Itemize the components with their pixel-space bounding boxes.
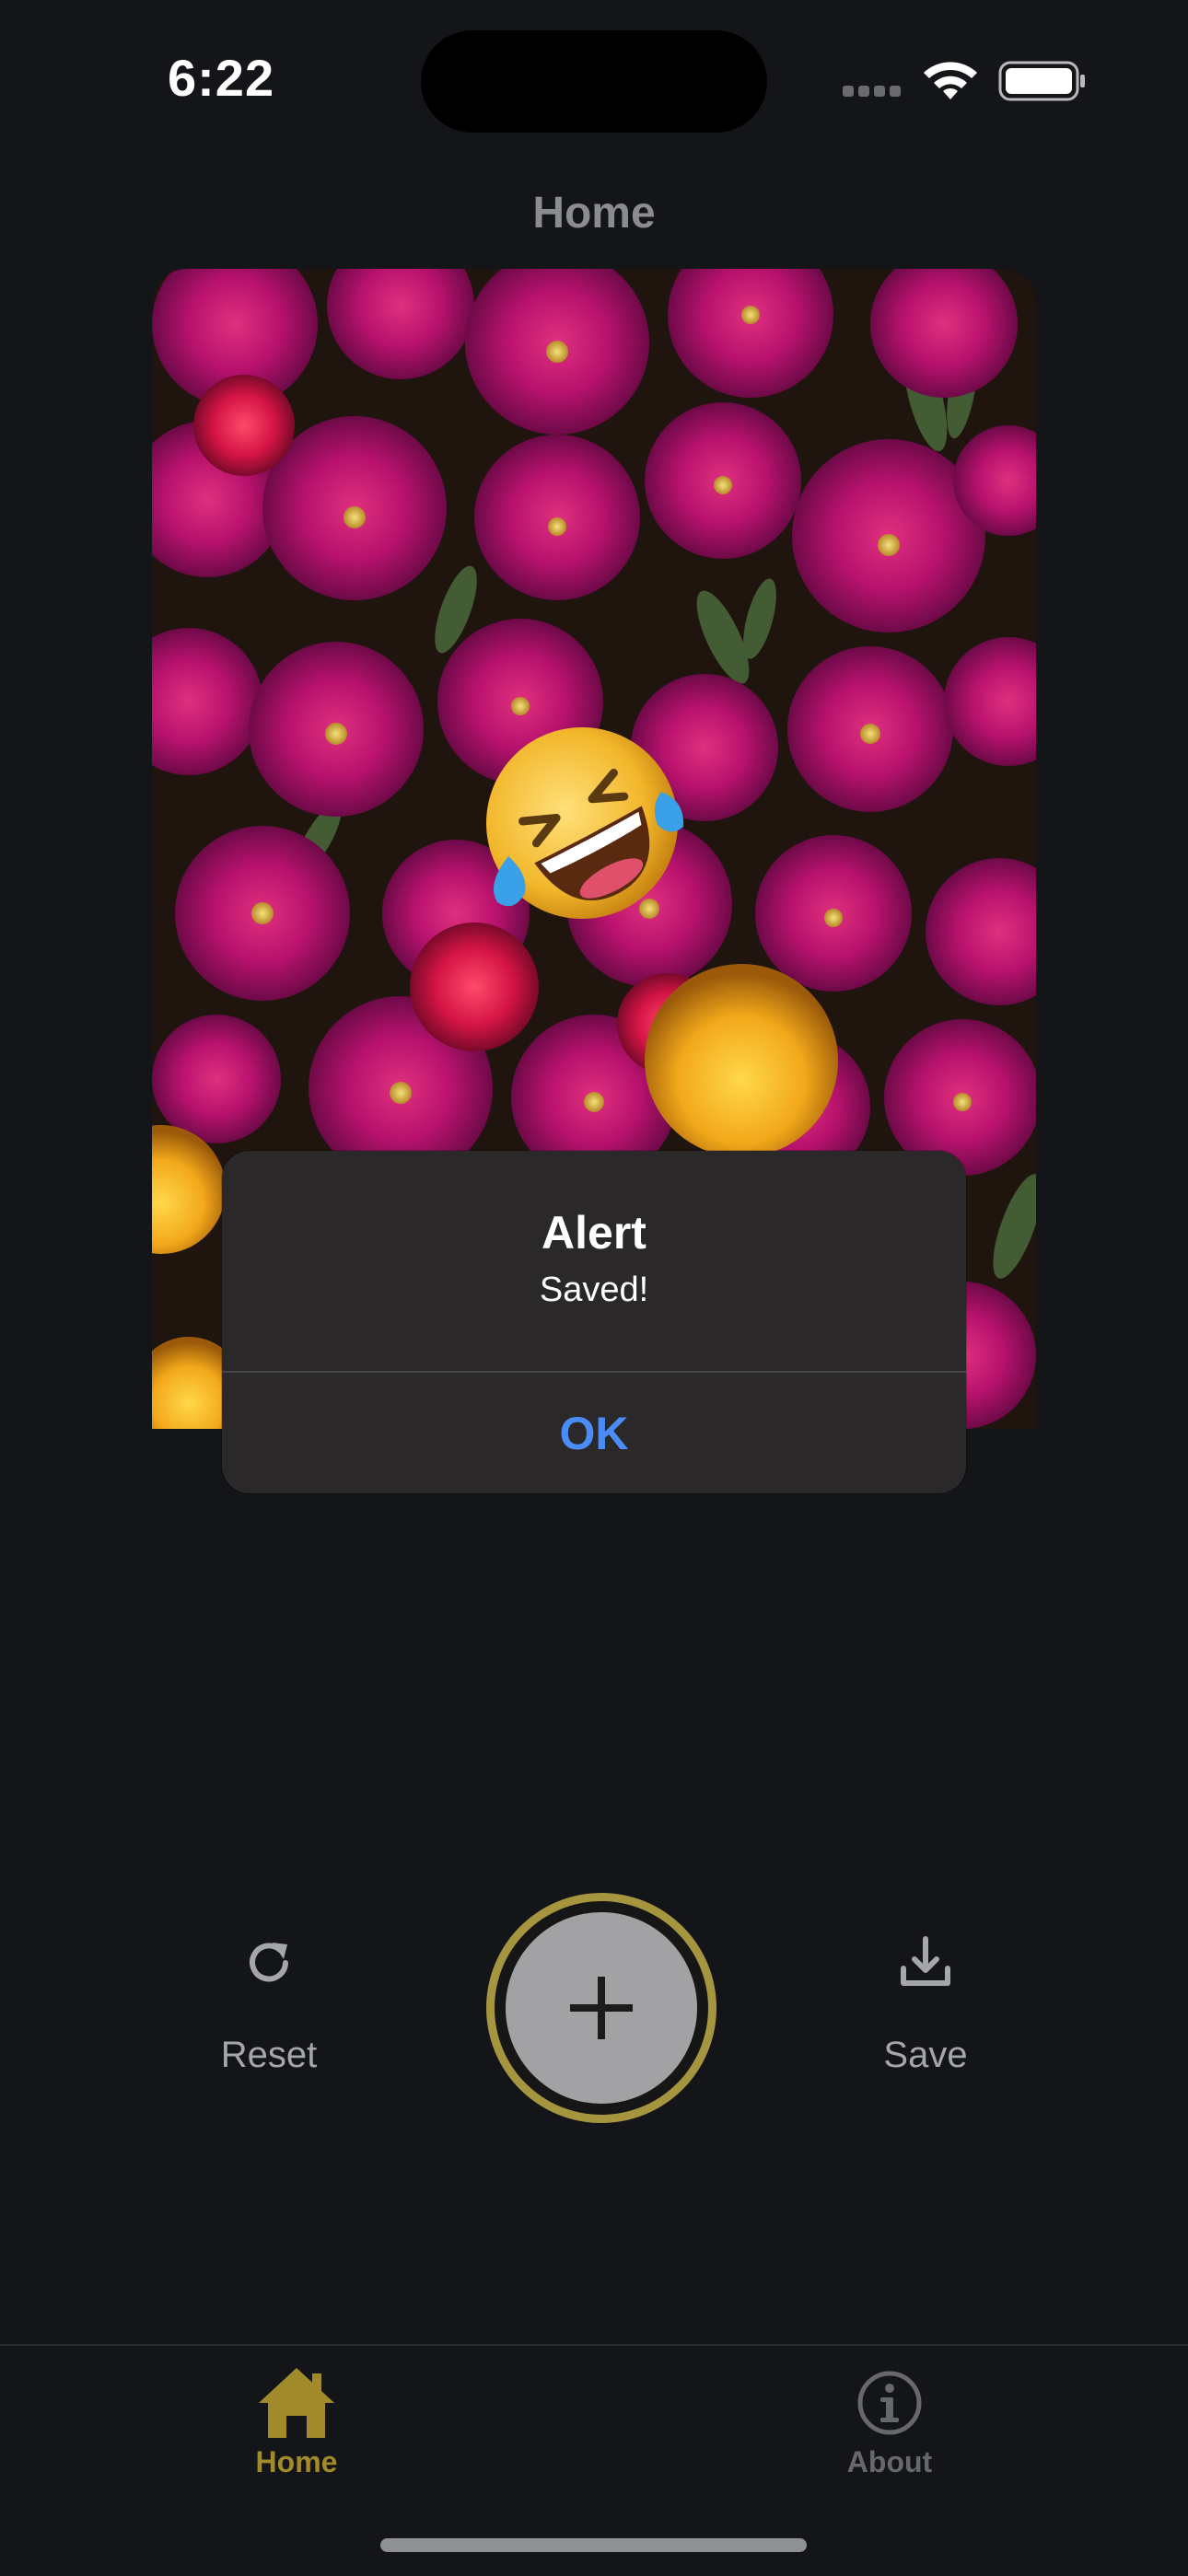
tab-home-label: Home	[255, 2445, 338, 2478]
save-button[interactable]: Save	[852, 1933, 999, 2076]
reset-label: Reset	[220, 2035, 318, 2075]
page-title: Home	[532, 189, 656, 238]
reset-button[interactable]: Reset	[195, 1933, 343, 2076]
rolling-on-floor-laughing-emoji-icon[interactable]	[477, 718, 687, 928]
alert-ok-button[interactable]: OK	[222, 1373, 966, 1493]
info-circle-icon	[788, 2364, 991, 2442]
alert-dialog: Alert Saved! OK	[222, 1151, 966, 1493]
add-button-face	[506, 1912, 697, 2104]
battery-icon	[998, 61, 1087, 106]
tab-about-label: About	[846, 2445, 933, 2478]
reset-icon	[239, 1933, 298, 1992]
tab-home[interactable]: Home	[195, 2364, 398, 2479]
download-icon	[896, 1933, 955, 1992]
home-indicator[interactable]	[380, 2538, 807, 2552]
tab-about[interactable]: About	[788, 2364, 991, 2479]
house-icon	[195, 2364, 398, 2442]
cellular-signal-icon	[843, 85, 905, 98]
wifi-icon	[921, 59, 980, 108]
status-time: 6:22	[168, 49, 275, 107]
add-button-ring	[495, 1901, 708, 2115]
dynamic-island	[421, 30, 767, 133]
add-button[interactable]	[486, 1893, 716, 2123]
save-label: Save	[883, 2035, 968, 2075]
plus-icon	[570, 1977, 633, 2039]
alert-title: Alert	[542, 1207, 646, 1259]
alert-message: Saved!	[539, 1271, 649, 1309]
